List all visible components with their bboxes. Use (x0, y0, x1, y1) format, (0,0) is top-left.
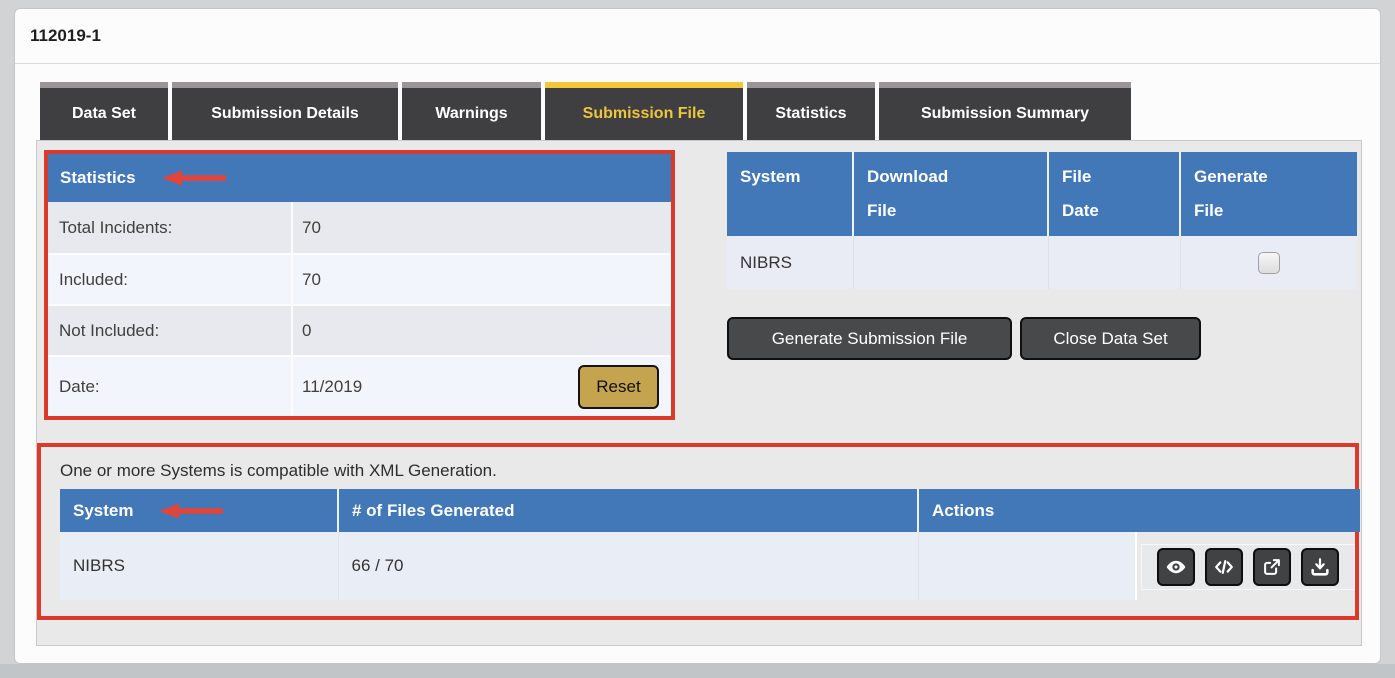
statistics-panel: Statistics Total Incidents: 70 Included:… (44, 150, 675, 420)
xml-files-table: System # of Files Generated Actions NIBR… (60, 489, 1360, 600)
red-annotation-arrow-icon (162, 170, 226, 186)
tab-submission-summary[interactable]: Submission Summary (879, 82, 1131, 140)
system-cell: NIBRS (727, 236, 853, 289)
download-icon (1309, 556, 1331, 578)
stats-label: Date: (48, 357, 291, 416)
file-actions-button-group (1141, 544, 1355, 590)
actions-cell (918, 532, 1360, 600)
view-file-button[interactable] (1157, 548, 1195, 586)
tab-submission-details[interactable]: Submission Details (172, 82, 398, 140)
actions-cell-spacer (919, 532, 1137, 600)
tab-data-set[interactable]: Data Set (40, 82, 168, 140)
stats-row-total-incidents: Total Incidents: 70 (48, 202, 671, 253)
reset-button[interactable]: Reset (578, 365, 659, 409)
column-header-actions: Actions (918, 489, 1360, 532)
table-row: NIBRS 66 / 70 (60, 532, 1360, 600)
tab-warnings[interactable]: Warnings (402, 82, 541, 140)
stats-label: Total Incidents: (48, 202, 291, 253)
page-title: 112019-1 (15, 9, 1380, 64)
generate-file-checkbox[interactable] (1258, 252, 1280, 274)
stats-value: 11/2019 (302, 377, 362, 397)
stats-value: 70 (302, 270, 321, 290)
close-data-set-button[interactable]: Close Data Set (1020, 317, 1201, 360)
stats-row-included: Included: 70 (48, 253, 671, 304)
tab-bar: Data Set Submission Details Warnings Sub… (40, 82, 1131, 140)
stats-label: Not Included: (48, 306, 291, 355)
column-header-system: System (727, 152, 853, 236)
stats-row-date: Date: 11/2019 Reset (48, 355, 671, 416)
code-icon (1213, 556, 1235, 578)
statistics-header-label: Statistics (60, 168, 136, 188)
files-generated-cell: 66 / 70 (338, 532, 918, 600)
column-header-generate-file: Generate File (1180, 152, 1357, 236)
table-row: NIBRS (727, 236, 1357, 289)
xml-compatibility-message: One or more Systems is compatible with X… (60, 461, 1355, 481)
xml-generation-section: One or more Systems is compatible with X… (37, 443, 1359, 620)
red-annotation-arrow-icon (159, 503, 223, 519)
tab-submission-file[interactable]: Submission File (545, 82, 743, 140)
system-cell: NIBRS (60, 532, 338, 600)
column-header-download-file: Download File (853, 152, 1048, 236)
export-file-button[interactable] (1253, 548, 1291, 586)
stats-label: Included: (48, 255, 291, 304)
statistics-panel-header: Statistics (48, 154, 671, 202)
system-file-table: System Download File File Date Generate … (727, 152, 1357, 289)
download-file-cell (853, 236, 1048, 289)
column-header-system: System (60, 489, 338, 532)
column-header-files-generated: # of Files Generated (338, 489, 918, 532)
submission-file-content: Statistics Total Incidents: 70 Included:… (36, 140, 1362, 646)
window-bottom-edge (0, 664, 1395, 678)
generate-submission-file-button[interactable]: Generate Submission File (727, 317, 1012, 360)
tab-statistics[interactable]: Statistics (747, 82, 875, 140)
file-date-cell (1048, 236, 1180, 289)
download-file-button[interactable] (1301, 548, 1339, 586)
stats-value: 70 (302, 218, 321, 238)
stats-row-not-included: Not Included: 0 (48, 304, 671, 355)
command-button-row: Generate Submission File Close Data Set (727, 317, 1201, 360)
column-header-file-date: File Date (1048, 152, 1180, 236)
view-xml-button[interactable] (1205, 548, 1243, 586)
main-panel: 112019-1 Data Set Submission Details War… (14, 8, 1381, 664)
generate-file-cell (1180, 236, 1357, 289)
export-icon (1261, 556, 1283, 578)
eye-icon (1165, 556, 1187, 578)
stats-value: 0 (302, 321, 311, 341)
